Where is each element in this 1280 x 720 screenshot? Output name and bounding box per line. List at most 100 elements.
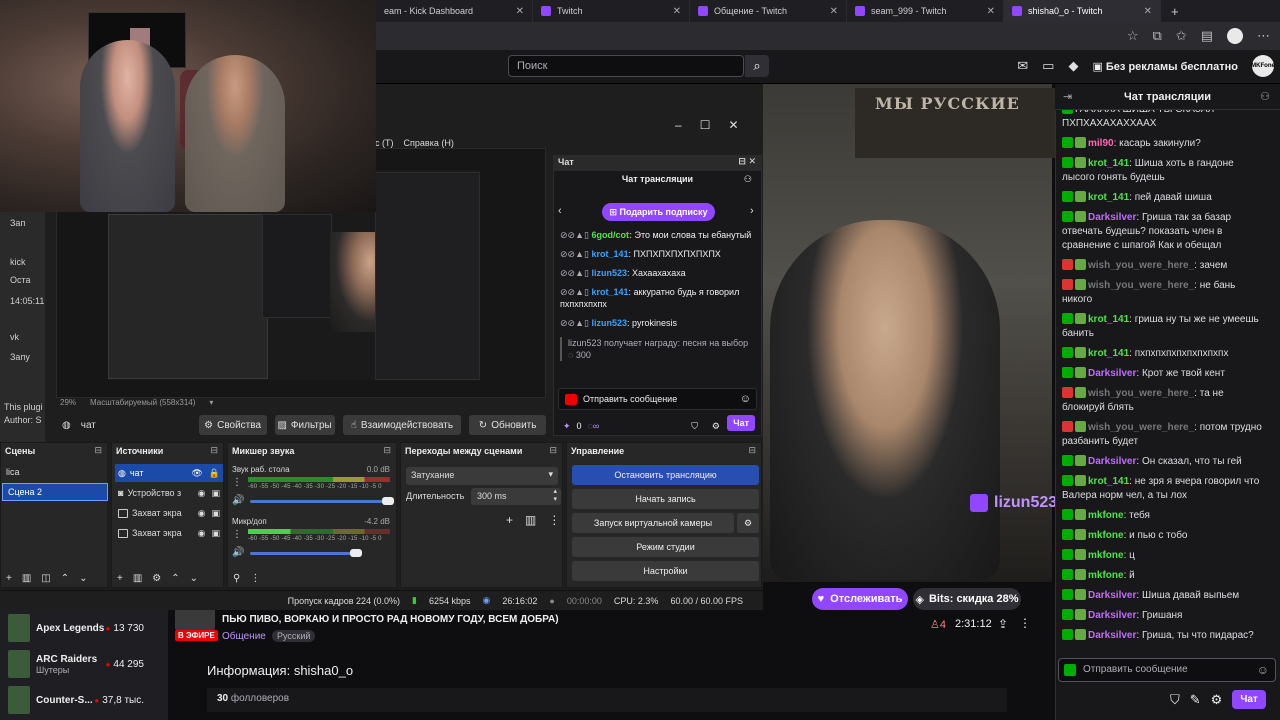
chat-username[interactable]: mkfone: [1088, 550, 1124, 561]
chat-username[interactable]: krot_141: [1088, 158, 1129, 169]
gear-icon[interactable]: ⚙: [152, 573, 161, 584]
filter-icon[interactable]: ◫: [41, 573, 50, 584]
browser-tab[interactable]: Общение - Twitch ✕: [690, 0, 847, 22]
recommended-channel[interactable]: Counter-S...37,8 тыс.: [0, 685, 168, 715]
chat-username[interactable]: Darksilver: [1088, 368, 1136, 379]
link-icon[interactable]: ⚲: [233, 573, 240, 584]
source-item[interactable]: Захват экра ◉ ▣: [115, 504, 223, 522]
interact-button[interactable]: ☝ Взаимодействовать: [342, 415, 462, 435]
search-input[interactable]: Поиск: [508, 55, 744, 77]
more-icon[interactable]: ⋯: [1257, 28, 1270, 44]
shield-icon[interactable]: ⛉: [691, 421, 698, 432]
source-item[interactable]: ◍ чат 👁 🔒: [115, 464, 223, 482]
mod-actions-icon[interactable]: ⊘⊘▲▯: [560, 287, 591, 297]
chat-username[interactable]: Darksilver: [1088, 610, 1136, 621]
chat-username[interactable]: krot_141: [1088, 192, 1129, 203]
recommended-channel[interactable]: ARC RaidersШутеры 44 295: [0, 649, 168, 679]
trash-icon[interactable]: ▥: [525, 513, 536, 527]
scale-mode[interactable]: Масштабируемый (558x314): [90, 398, 195, 407]
source-item[interactable]: Захват экра ◉ ▣: [115, 524, 223, 542]
start-recording-button[interactable]: Начать запись: [572, 489, 759, 509]
obs-chat-send-button[interactable]: Чат: [727, 415, 755, 431]
trash-icon[interactable]: ▥: [22, 573, 31, 584]
browser-tab[interactable]: Twitch ✕: [533, 0, 690, 22]
scene-item[interactable]: lica: [1, 464, 107, 482]
speaker-icon[interactable]: 🔊: [232, 495, 244, 506]
shield-icon[interactable]: ⛉: [1170, 692, 1180, 708]
chat-username[interactable]: krot_141: [1088, 348, 1129, 359]
chat-username[interactable]: wish_you_were_here_: [1088, 422, 1194, 433]
chat-username[interactable]: krot_141: [1088, 314, 1129, 325]
channel-menu-icon[interactable]: ⋮: [232, 477, 242, 488]
menu-icon[interactable]: ⋮: [548, 513, 560, 527]
chat-username[interactable]: Darksilver: [1088, 456, 1136, 467]
studio-mode-button[interactable]: Режим студии: [572, 537, 759, 557]
extensions-icon[interactable]: ⧉: [1153, 28, 1162, 44]
chat-username[interactable]: wish_you_were_here_: [1088, 388, 1194, 399]
eye-icon[interactable]: ◉: [198, 508, 206, 519]
more-options-icon[interactable]: ⋮: [1019, 616, 1031, 630]
messages-icon[interactable]: ▭: [1042, 58, 1054, 74]
browser-tab[interactable]: eam - Kick Dashboard ✕: [376, 0, 533, 22]
chat-send-button[interactable]: Чат: [1232, 690, 1266, 709]
browser-tab[interactable]: shisha0_o - Twitch ✕: [1004, 0, 1161, 22]
new-tab-button[interactable]: +: [1161, 4, 1189, 19]
recommended-channel[interactable]: Apex Legends13 730: [0, 613, 168, 643]
obs-chat-input[interactable]: Отправить сообщение ☺: [558, 388, 757, 410]
stream-category[interactable]: Общение: [222, 631, 266, 642]
follow-button[interactable]: ♥ Отслеживать: [812, 588, 908, 610]
dropdown-icon[interactable]: ▾: [209, 398, 213, 407]
chat-username[interactable]: mkfone: [1088, 530, 1124, 541]
collections-icon[interactable]: ▤: [1201, 28, 1213, 44]
close-tab-icon[interactable]: ✕: [516, 6, 524, 17]
volume-slider[interactable]: [250, 549, 362, 557]
minimize-icon[interactable]: –: [675, 118, 682, 132]
crown-icon[interactable]: ◆: [1068, 58, 1078, 74]
chat-username[interactable]: wish_you_were_here_: [1088, 280, 1194, 291]
chat-username[interactable]: lizun523: [591, 268, 627, 278]
eye-icon[interactable]: ◉: [198, 488, 206, 499]
chevron-left-icon[interactable]: ‹: [558, 205, 562, 217]
profile-avatar[interactable]: [1227, 28, 1243, 44]
speaker-icon[interactable]: 🔊: [232, 547, 244, 558]
menu-item[interactable]: Справка (H): [404, 138, 454, 148]
search-button[interactable]: ⌕: [745, 55, 769, 77]
transition-select[interactable]: Затухание: [406, 467, 558, 485]
add-icon[interactable]: +: [6, 573, 12, 584]
users-icon[interactable]: ⚇: [1260, 90, 1270, 103]
virtual-camera-button[interactable]: Запуск виртуальной камеры: [572, 513, 734, 533]
mod-actions-icon[interactable]: ⊘⊘▲▯: [560, 249, 591, 259]
emote-icon[interactable]: ☺: [1257, 663, 1269, 677]
down-icon[interactable]: ⌄: [79, 573, 87, 584]
lock-icon[interactable]: ▣: [211, 488, 220, 499]
chat-username[interactable]: lizun523: [591, 318, 627, 328]
language-tag[interactable]: Русский: [272, 630, 316, 642]
maximize-icon[interactable]: ☐: [700, 118, 711, 132]
mod-actions-icon[interactable]: ⊘⊘▲▯: [560, 318, 591, 328]
duration-input[interactable]: 300 ms ▴ ▾: [471, 488, 561, 505]
refresh-button[interactable]: ↻ Обновить: [469, 415, 547, 435]
add-icon[interactable]: +: [506, 513, 513, 527]
chat-username[interactable]: 6god/cot:: [591, 230, 632, 240]
ad-free-button[interactable]: ▣ Без рекламы бесплатно: [1092, 60, 1238, 73]
chat-username[interactable]: mkfone: [1088, 510, 1124, 521]
menu-icon[interactable]: ⋮: [250, 573, 260, 584]
dock-close-icon[interactable]: ⊟ ✕: [738, 156, 756, 167]
settings-button[interactable]: Настройки: [572, 561, 759, 581]
down-icon[interactable]: ⌄: [190, 573, 198, 584]
rewards-icon[interactable]: ◌∞: [588, 421, 600, 431]
mod-actions-icon[interactable]: ⊘⊘▲▯: [560, 268, 591, 278]
properties-button[interactable]: ⚙ Свойства: [198, 415, 267, 435]
mod-actions-icon[interactable]: ⊘⊘▲▯: [560, 230, 591, 240]
up-icon[interactable]: ⌃: [61, 573, 69, 584]
chat-username[interactable]: Darksilver: [1088, 212, 1136, 223]
dock-float-icon[interactable]: ⊟: [383, 445, 391, 456]
collapse-chat-icon[interactable]: ⇥: [1063, 90, 1072, 103]
chat-input[interactable]: Отправить сообщение ☺: [1058, 658, 1276, 682]
chat-username[interactable]: krot_141: [1088, 476, 1129, 487]
chat-username[interactable]: Darksilver: [1088, 630, 1136, 641]
bits-button[interactable]: ◈ Bits: скидка 28%: [913, 588, 1021, 610]
stop-stream-button[interactable]: Остановить трансляцию: [572, 465, 759, 485]
chat-username[interactable]: wish_you_were_here_: [1088, 260, 1194, 271]
gift-sub-button[interactable]: ⊞ Подарить подписку: [602, 203, 715, 221]
